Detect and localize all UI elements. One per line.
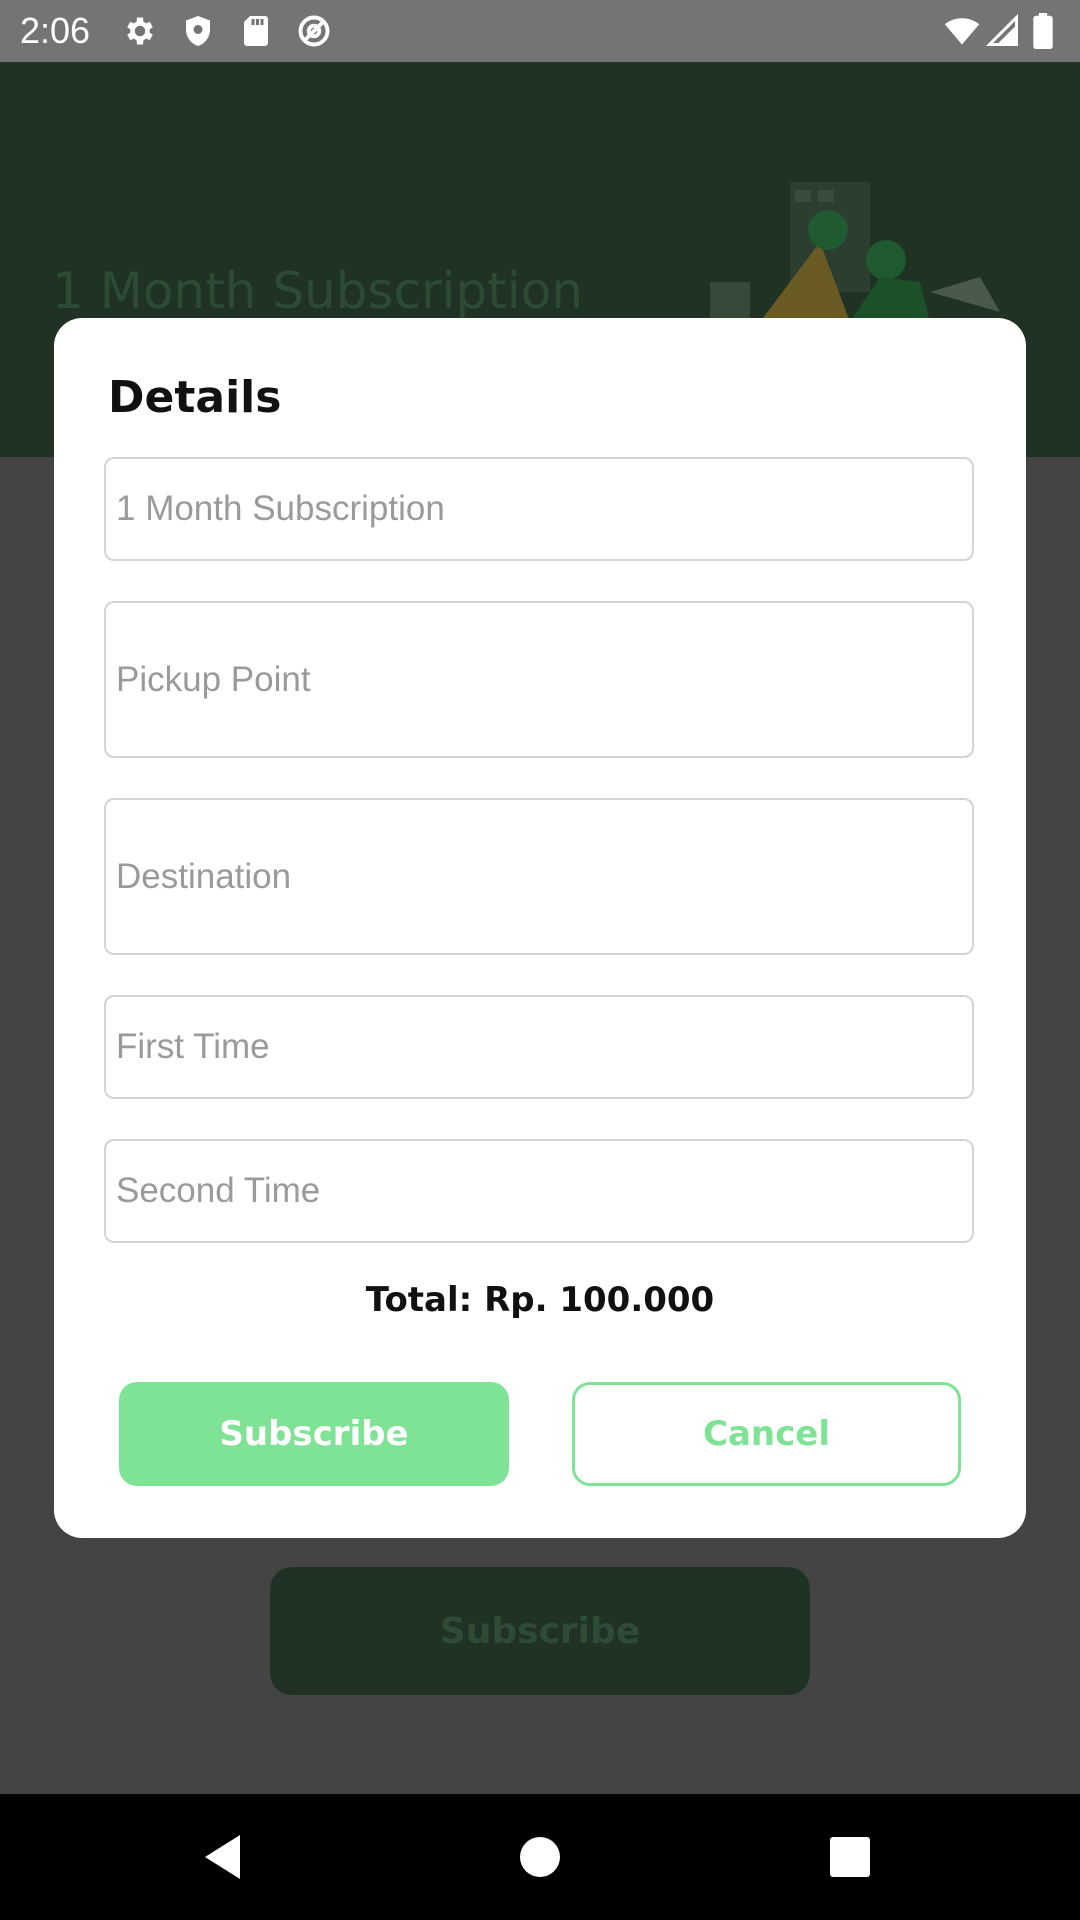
signal-icon bbox=[985, 13, 1021, 49]
subscribe-button[interactable]: Subscribe bbox=[119, 1382, 509, 1486]
gear-icon bbox=[122, 13, 158, 49]
status-time: 2:06 bbox=[20, 10, 91, 51]
destination-field[interactable] bbox=[104, 798, 974, 955]
battery-icon bbox=[1030, 13, 1056, 49]
home-icon[interactable] bbox=[510, 1827, 570, 1887]
background-subscribe-button: Subscribe bbox=[270, 1567, 810, 1695]
cancel-button[interactable]: Cancel bbox=[572, 1382, 961, 1486]
subscription-field[interactable] bbox=[104, 457, 974, 561]
second-time-field[interactable] bbox=[104, 1139, 974, 1243]
header-title: 1 Month Subscription bbox=[52, 262, 583, 320]
first-time-field[interactable] bbox=[104, 995, 974, 1099]
recents-icon[interactable] bbox=[820, 1827, 880, 1887]
back-icon[interactable] bbox=[195, 1827, 255, 1887]
dialog-title: Details bbox=[108, 372, 282, 423]
details-dialog: Details Total: Rp. 100.000 Subscribe Can… bbox=[54, 318, 1026, 1538]
navigation-bar bbox=[0, 1794, 1080, 1920]
wifi-icon bbox=[944, 13, 980, 49]
status-bar: 2:06 bbox=[0, 0, 1080, 62]
at-sign-icon bbox=[296, 13, 332, 49]
sd-card-icon bbox=[238, 13, 274, 49]
shield-icon bbox=[180, 13, 216, 49]
total-price: Total: Rp. 100.000 bbox=[365, 1280, 715, 1320]
pickup-point-field[interactable] bbox=[104, 601, 974, 758]
